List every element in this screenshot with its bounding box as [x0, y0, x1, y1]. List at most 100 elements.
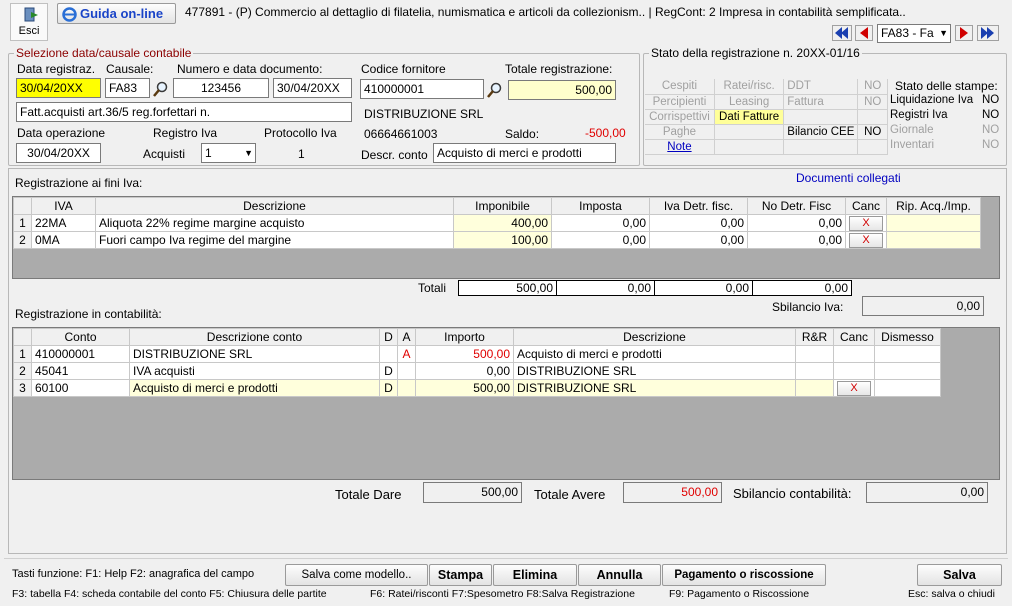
cell-importo[interactable]: 0,00 [415, 362, 514, 380]
causale-nav-select[interactable]: FA83 - Fa ▼ [877, 24, 951, 43]
prev-record-button[interactable] [855, 25, 873, 41]
table-row[interactable]: 2 45041 IVA acquisti D 0,00 DISTRIBUZION… [13, 362, 941, 380]
cell-dare[interactable] [379, 345, 398, 363]
col-dare[interactable]: D [379, 328, 398, 346]
cell-avere[interactable] [397, 362, 416, 380]
descrizione-conto-field[interactable]: Acquisto di merci e prodotti [433, 143, 616, 163]
stampa-button[interactable]: Stampa [429, 564, 492, 586]
table-row[interactable]: 1 22MA Aliquota 22% regime margine acqui… [13, 214, 981, 232]
cell-rip-acq[interactable] [886, 214, 981, 232]
cell-descrizione-conto[interactable]: DISTRIBUZIONE SRL [129, 345, 380, 363]
registro-iva-select[interactable]: 1 ▼ [201, 143, 256, 163]
cell-descrizione-conto[interactable]: Acquisto di merci e prodotti [129, 379, 380, 397]
cell-conto[interactable]: 45041 [31, 362, 130, 380]
table-row[interactable]: 1 410000001 DISTRIBUZIONE SRL A 500,00 A… [13, 345, 941, 363]
cell-conto[interactable]: 60100 [31, 379, 130, 397]
col-avere[interactable]: A [397, 328, 416, 346]
cell-imposta[interactable]: 0,00 [551, 231, 650, 249]
data-operazione-field[interactable]: 30/04/20XX [16, 143, 101, 163]
col-importo[interactable]: Importo [415, 328, 514, 346]
col-imposta[interactable]: Imposta [551, 197, 650, 215]
cell-importo[interactable]: 500,00 [415, 379, 514, 397]
table-row[interactable]: 2 0MA Fuori campo Iva regime del margine… [13, 231, 981, 249]
stato-ddt[interactable]: DDT [783, 79, 859, 95]
cell-canc[interactable]: X [833, 379, 875, 397]
totale-registrazione-field[interactable]: 500,00 [508, 80, 616, 100]
cell-rr[interactable] [795, 345, 834, 363]
cell-rip-acq[interactable] [886, 231, 981, 249]
search-icon[interactable] [486, 81, 504, 99]
cell-iva-detr[interactable]: 0,00 [649, 231, 748, 249]
cell-descrizione-conto[interactable]: IVA acquisti [129, 362, 380, 380]
stato-dati-fatture[interactable]: Dati Fatture [714, 109, 785, 125]
codice-fornitore-field[interactable]: 410000001 [360, 79, 484, 99]
note-link[interactable]: Note [645, 139, 715, 155]
numero-documento-field[interactable]: 123456 [173, 78, 269, 98]
next-record-button[interactable] [955, 25, 973, 41]
col-conto[interactable]: Conto [31, 328, 130, 346]
col-imponibile[interactable]: Imponibile [453, 197, 552, 215]
cell-no-detr[interactable]: 0,00 [747, 231, 846, 249]
cell-avere[interactable]: A [397, 345, 416, 363]
data-registrazione-field[interactable]: 30/04/20XX [16, 78, 101, 98]
cell-descrizione[interactable]: DISTRIBUZIONE SRL [513, 379, 796, 397]
last-record-button[interactable] [977, 25, 999, 41]
stato-ratei[interactable]: Ratei/risc. [714, 79, 785, 95]
cell-imposta[interactable]: 0,00 [551, 214, 650, 232]
cell-canc[interactable] [833, 345, 875, 363]
delete-row-button[interactable]: X [849, 233, 883, 248]
pagamento-button[interactable]: Pagamento o riscossione [662, 564, 826, 586]
stato-fattura[interactable]: Fattura [783, 94, 859, 110]
first-record-button[interactable] [832, 25, 852, 41]
cell-iva[interactable]: 22MA [31, 214, 96, 232]
cell-dare[interactable]: D [379, 362, 398, 380]
cell-avere[interactable] [397, 379, 416, 397]
search-icon[interactable] [152, 80, 170, 98]
cell-dare[interactable]: D [379, 379, 398, 397]
documenti-collegati-link[interactable]: Documenti collegati [796, 171, 901, 185]
stato-corrispettivi[interactable]: Corrispettivi [645, 109, 715, 125]
stato-leasing[interactable]: Leasing [714, 94, 785, 110]
col-descrizione[interactable]: Descrizione [95, 197, 454, 215]
salva-button[interactable]: Salva [917, 564, 1002, 586]
cell-rr[interactable] [795, 362, 834, 380]
cell-descrizione[interactable]: Fuori campo Iva regime del margine [95, 231, 454, 249]
cell-importo[interactable]: 500,00 [415, 345, 514, 363]
cell-iva-detr[interactable]: 0,00 [649, 214, 748, 232]
causale-descrizione-field[interactable]: Fatt.acquisti art.36/5 reg.forfettari n. [16, 102, 352, 122]
cell-dismesso[interactable] [874, 345, 941, 363]
delete-row-button[interactable]: X [837, 381, 871, 396]
cell-canc[interactable]: X [845, 214, 887, 232]
col-no-detr[interactable]: No Detr. Fisc [747, 197, 846, 215]
table-row[interactable]: 3 60100 Acquisto di merci e prodotti D 5… [13, 379, 941, 397]
annulla-button[interactable]: Annulla [578, 564, 661, 586]
salva-modello-button[interactable]: Salva come modello.. [285, 564, 428, 586]
cell-descrizione[interactable]: Acquisto di merci e prodotti [513, 345, 796, 363]
stato-bilancio[interactable]: Bilancio CEE [783, 124, 859, 140]
stato-paghe[interactable]: Paghe [645, 124, 715, 140]
guida-online-button[interactable]: Guida on-line [57, 3, 176, 24]
iva-grid[interactable]: IVA Descrizione Imponibile Imposta Iva D… [12, 196, 1000, 279]
col-iva-detr[interactable]: Iva Detr. fisc. [649, 197, 748, 215]
stato-cespiti[interactable]: Cespiti [645, 79, 715, 95]
cell-no-detr[interactable]: 0,00 [747, 214, 846, 232]
cell-canc[interactable] [833, 362, 875, 380]
cell-rr[interactable] [795, 379, 834, 397]
cell-descrizione[interactable]: Aliquota 22% regime margine acquisto [95, 214, 454, 232]
cell-imponibile[interactable]: 100,00 [453, 231, 552, 249]
data-documento-field[interactable]: 30/04/20XX [273, 78, 352, 98]
cell-iva[interactable]: 0MA [31, 231, 96, 249]
cell-canc[interactable]: X [845, 231, 887, 249]
col-iva[interactable]: IVA [31, 197, 96, 215]
col-dismesso[interactable]: Dismesso [874, 328, 941, 346]
cell-descrizione[interactable]: DISTRIBUZIONE SRL [513, 362, 796, 380]
cell-imponibile[interactable]: 400,00 [453, 214, 552, 232]
col-rip-acq[interactable]: Rip. Acq./Imp. [886, 197, 981, 215]
col-canc[interactable]: Canc [833, 328, 875, 346]
elimina-button[interactable]: Elimina [493, 564, 577, 586]
cell-dismesso[interactable] [874, 379, 941, 397]
causale-field[interactable]: FA83 [105, 78, 150, 98]
esci-button[interactable]: Esci [10, 3, 48, 41]
col-descrizione-conto[interactable]: Descrizione conto [129, 328, 380, 346]
contabilita-grid[interactable]: Conto Descrizione conto D A Importo Desc… [12, 327, 1000, 480]
